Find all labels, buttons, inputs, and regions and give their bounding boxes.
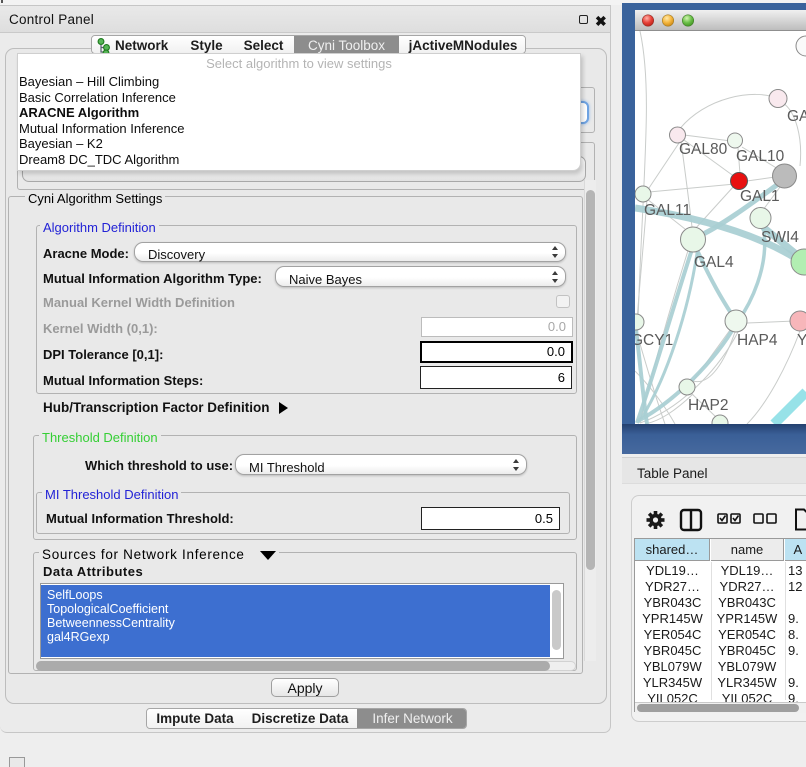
svg-text:GAL10: GAL10 xyxy=(736,148,785,165)
svg-text:HAP4: HAP4 xyxy=(737,332,778,349)
svg-text:SWI4: SWI4 xyxy=(761,229,799,246)
svg-text:GAL80: GAL80 xyxy=(679,141,728,158)
svg-text:GAL1: GAL1 xyxy=(740,188,780,205)
svg-text:Y: Y xyxy=(797,332,806,349)
svg-text:HAP2: HAP2 xyxy=(688,397,729,414)
svg-text:GCY1: GCY1 xyxy=(635,332,673,349)
svg-text:GAL11: GAL11 xyxy=(644,202,691,219)
svg-text:GAL: GAL xyxy=(787,108,806,125)
svg-text:GAL4: GAL4 xyxy=(694,254,734,271)
